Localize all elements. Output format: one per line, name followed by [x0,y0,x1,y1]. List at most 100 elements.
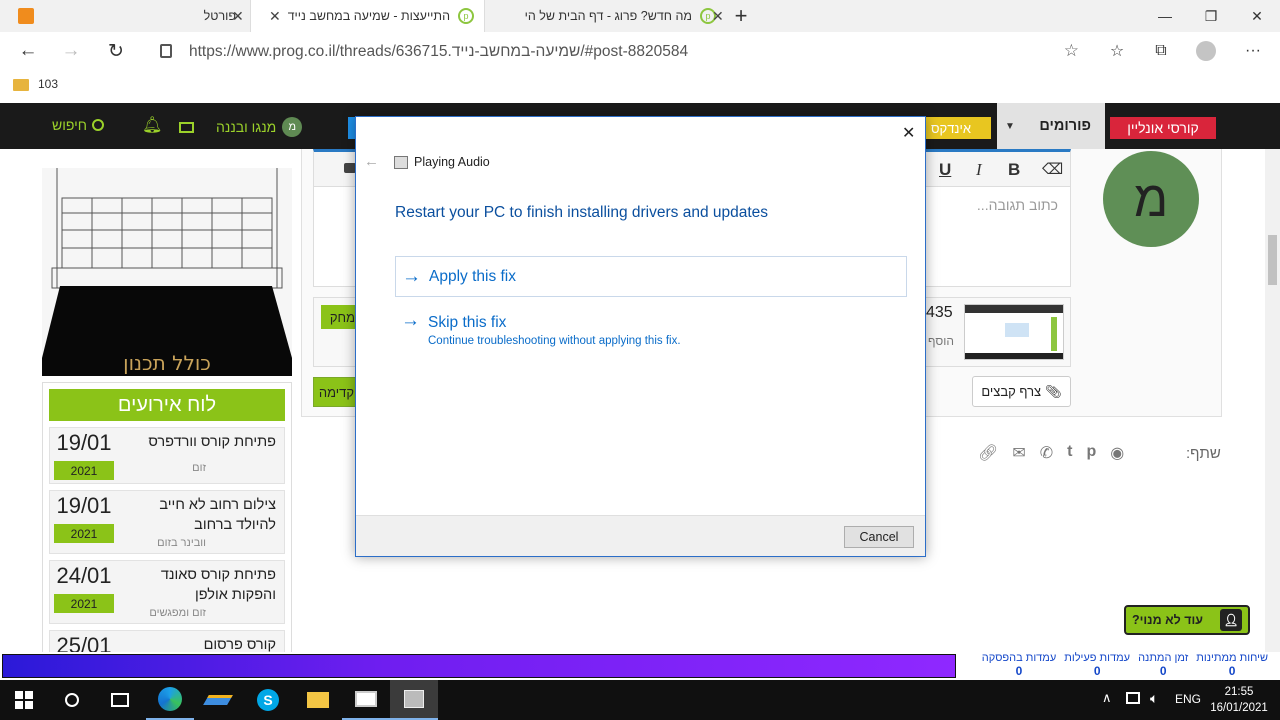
tab-home[interactable]: p מה חדש? פרוג - דף הבית של הי ✕ [486,0,726,32]
windows-icon [15,691,33,709]
skype-icon: S [257,689,279,711]
thumb-number: 435 [926,304,953,321]
skip-fix-option[interactable]: → Skip this fix Continue troubleshooting… [395,310,907,354]
stat-item: זמן המתנה 0 [1138,652,1189,678]
clock[interactable]: 21:55 16/01/2021 [1206,684,1272,716]
search-icon [65,693,79,707]
apply-fix-option[interactable]: → Apply this fix [395,256,907,297]
sidebar-ad-image[interactable]: כולל תכנון [42,168,292,376]
address-bar[interactable]: https://www.prog.co.il/threads/636715.שמ… [144,36,1090,67]
kitchen-sketch-image: כולל תכנון [42,168,292,376]
mail-icon[interactable] [179,122,194,133]
eraser-icon[interactable]: ⌫ [1042,160,1063,178]
troubleshooter-taskbar-button[interactable] [390,680,438,720]
task-view-button[interactable] [96,680,144,720]
folder-icon [13,79,29,91]
gradient-bar [2,654,956,678]
troubleshooter-icon [404,690,424,708]
tab-close-icon[interactable]: ✕ [232,8,244,25]
minimize-button[interactable]: — [1142,0,1188,32]
pinterest-icon[interactable]: p [1086,443,1096,465]
reddit-icon[interactable]: ◉ [1110,443,1124,465]
events-widget: לוח אירועים 19/01 2021 פתיחת קורס וורדפר… [42,382,292,652]
lock-icon [160,44,172,58]
underline-button[interactable]: U [939,160,951,180]
stats-bar: שיחות ממתינות 0 זמן המתנה 0 עמדות פעילות 0 … [0,652,1280,680]
dialog-footer: Cancel [356,515,925,556]
url-text: https://www.prog.co.il/threads/636715.שמ… [189,42,689,60]
edge-icon [158,687,182,711]
close-dialog-button[interactable]: ✕ [902,123,915,143]
new-tab-button[interactable]: + [730,2,752,30]
clock-date: 16/01/2021 [1210,702,1268,714]
share-label: שתף: [1186,445,1221,462]
window-icon [355,691,377,707]
task-view-icon [111,693,129,707]
chevron-down-icon: ▼ [1005,120,1015,132]
paperclip-icon: 📎︎ [1045,383,1062,399]
user-menu[interactable]: מנגו ובננה מ [216,117,303,137]
tab-close-icon[interactable]: ✕ [712,8,724,25]
back-arrow-icon[interactable]: ← [364,153,379,170]
troubleshooter-icon [394,156,408,169]
network-icon[interactable] [1126,692,1140,704]
bold-button[interactable]: B [1008,160,1020,180]
favorites-icon[interactable]: ☆ [1104,38,1130,64]
preview-button[interactable]: קדימה [313,377,359,407]
cancel-button[interactable]: Cancel [844,526,914,548]
index-button[interactable]: אינדקס [925,117,991,139]
stat-item: שיחות ממתינות 0 [1196,652,1268,678]
share-icons: 🔗︎ ✉︎ ✆ t p ◉ [978,443,1178,465]
scrollbar-thumb[interactable] [1268,235,1277,285]
search-link[interactable]: חיפוש [52,117,104,133]
language-indicator[interactable]: ENG [1175,692,1201,706]
forward-button[interactable]: → [58,38,84,64]
dialog-heading: Restart your PC to finish installing dri… [395,204,769,221]
tab-close-icon[interactable]: ✕ [269,8,281,25]
close-window-button[interactable]: ✕ [1234,0,1280,32]
italic-button[interactable]: I [976,160,982,180]
refresh-button[interactable]: ↻ [103,38,129,64]
tab-strip: פורטל ✕ p התייעצות - שמיעה במחשב נייד ✕ … [0,0,1280,32]
event-item[interactable]: 19/01 2021 פתיחת קורס וורדפרס זום [49,427,285,484]
more-menu-icon[interactable]: ··· [1240,38,1266,64]
link-icon[interactable]: 🔗︎ [978,443,998,465]
user-avatar: מ [282,117,303,137]
stat-item: עמדות פעילות 0 [1064,652,1131,678]
window-taskbar-button[interactable] [342,680,390,720]
profile-avatar[interactable] [1196,41,1216,61]
favorite-star-icon[interactable]: ☆ [1064,41,1079,61]
user-icon: 👤︎ [1220,609,1242,631]
thumb-label: הוסף [928,334,954,348]
start-button[interactable] [0,680,48,720]
favorites-folder-label[interactable]: 103 [38,77,58,91]
attachment-thumbnail[interactable] [964,304,1064,360]
user-avatar-large: מ [1103,151,1199,247]
edge-taskbar-button[interactable] [146,680,194,720]
whatsapp-icon[interactable]: ✆ [1040,443,1053,465]
restore-button[interactable]: ❐ [1188,0,1234,32]
bell-icon[interactable]: 🔔︎ [142,115,162,135]
forums-button[interactable]: ▼ פורומים [997,103,1105,149]
app-taskbar-button[interactable] [194,680,242,720]
collections-icon[interactable]: ⧉ [1148,38,1174,64]
subscribe-button[interactable]: 👤︎ עוד לא מנוי? [1124,605,1250,635]
event-item[interactable]: 24/01 2021 פתיחת קורס סאונד והפקות אולפן… [49,560,285,624]
chevron-up-icon[interactable]: ∧ [1102,690,1112,706]
event-item[interactable]: 25/01 קורס פרסום [49,630,285,652]
arrow-right-icon: → [401,310,420,331]
event-item[interactable]: 19/01 2021 צילום רחוב לא חייב להיולד ברח… [49,490,285,554]
tab-portal[interactable]: פורטל ✕ [0,0,250,32]
page-scrollbar[interactable] [1265,149,1280,652]
search-button[interactable] [48,680,96,720]
volume-muted-icon[interactable]: 🔈︎ [1150,690,1158,707]
email-icon[interactable]: ✉︎ [1012,443,1025,465]
attach-files-button[interactable]: 📎︎ צרף קבצים [972,376,1071,407]
stats-list: שיחות ממתינות 0 זמן המתנה 0 עמדות פעילות 0 … [960,652,1278,680]
skype-taskbar-button[interactable]: S [244,680,292,720]
online-courses-button[interactable]: קורסי אונליין [1110,117,1216,139]
explorer-taskbar-button[interactable] [294,680,342,720]
back-button[interactable]: ← [15,38,41,64]
tab-thread[interactable]: p התייעצות - שמיעה במחשב נייד ✕ [250,0,485,32]
tumblr-icon[interactable]: t [1067,443,1072,465]
